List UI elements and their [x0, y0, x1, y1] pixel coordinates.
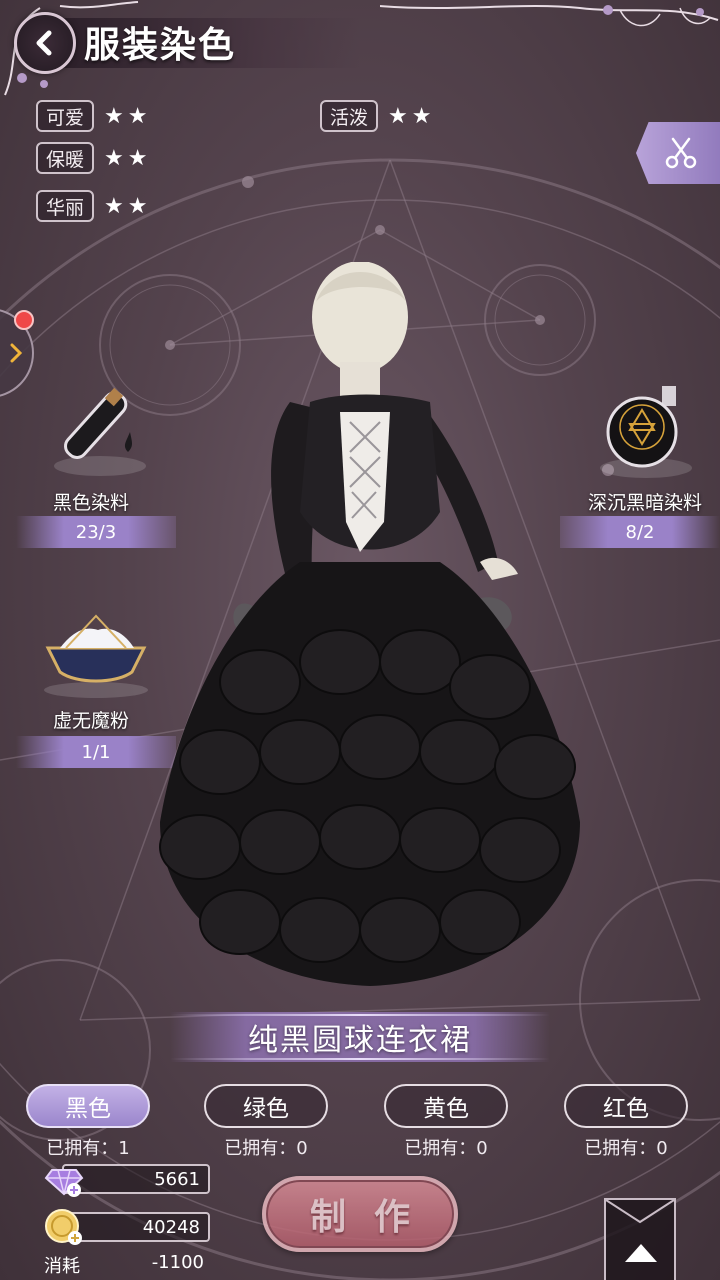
cost-label: 消耗	[44, 1256, 80, 1277]
color-button[interactable]: 黄色	[384, 1084, 508, 1128]
color-option-red[interactable]: 红色 已拥有：0	[564, 1084, 688, 1160]
make-button[interactable]: 制作	[262, 1176, 458, 1252]
coin-amount: 40248	[62, 1212, 210, 1242]
attribute-warm: 保暖 ★★	[36, 142, 151, 174]
diamond-amount: 5661	[62, 1164, 210, 1194]
scissors-icon	[665, 137, 697, 169]
chevron-left-icon	[36, 30, 52, 56]
void-powder-bowl-icon	[44, 614, 148, 698]
cost-value: -1100	[151, 1252, 204, 1273]
black-dye-bottle-icon	[54, 387, 146, 476]
attribute-label: 保暖	[36, 142, 94, 174]
attribute-stars: ★★	[104, 193, 152, 219]
back-button[interactable]	[14, 12, 76, 74]
color-button[interactable]: 红色	[564, 1084, 688, 1128]
color-button[interactable]: 绿色	[204, 1084, 328, 1128]
chevron-right-icon	[10, 343, 22, 363]
notification-dot	[14, 310, 34, 330]
attribute-cute: 可爱 ★★	[36, 100, 151, 132]
header: 服装染色	[0, 0, 720, 96]
character-model	[159, 262, 580, 986]
ribbon-notch-icon	[606, 1200, 674, 1224]
attribute-stars: ★★	[388, 103, 436, 129]
outfit-name: 纯黑圆球连衣裙	[248, 1023, 472, 1058]
banner-line	[170, 1014, 550, 1016]
attribute-stars: ★★	[104, 103, 152, 129]
attribute-label: 可爱	[36, 100, 94, 132]
owned-count: 已拥有：0	[584, 1138, 668, 1159]
vine-ornament-right	[380, 5, 719, 27]
color-button[interactable]: 黑色	[26, 1084, 150, 1128]
dark-potion-icon	[600, 386, 692, 478]
color-option-black[interactable]: 黑色 已拥有：1	[26, 1084, 150, 1160]
color-option-yellow[interactable]: 黄色 已拥有：0	[384, 1084, 508, 1160]
make-label: 制作	[309, 1196, 438, 1238]
owned-count: 已拥有：0	[224, 1138, 308, 1159]
attribute-lively: 活泼 ★★	[320, 100, 435, 132]
attribute-stars: ★★	[104, 145, 152, 171]
attribute-gorgeous: 华丽 ★★	[36, 190, 151, 222]
page-title: 服装染色	[84, 24, 237, 66]
coin-currency: 40248	[44, 1209, 210, 1245]
color-option-green[interactable]: 绿色 已拥有：0	[204, 1084, 328, 1160]
attribute-label: 活泼	[320, 100, 378, 132]
owned-count: 已拥有：1	[46, 1138, 130, 1159]
banner-line	[170, 1058, 550, 1060]
scissors-button[interactable]	[636, 122, 720, 184]
diamond-currency: 5661	[44, 1164, 210, 1197]
diamond-icon	[44, 1169, 84, 1197]
arrow-up-icon	[625, 1244, 657, 1262]
owned-count: 已拥有：0	[404, 1138, 488, 1159]
coin-icon	[45, 1209, 82, 1245]
expand-button[interactable]	[604, 1198, 676, 1280]
outfit-name-banner: 纯黑圆球连衣裙	[170, 1012, 550, 1062]
attribute-label: 华丽	[36, 190, 94, 222]
